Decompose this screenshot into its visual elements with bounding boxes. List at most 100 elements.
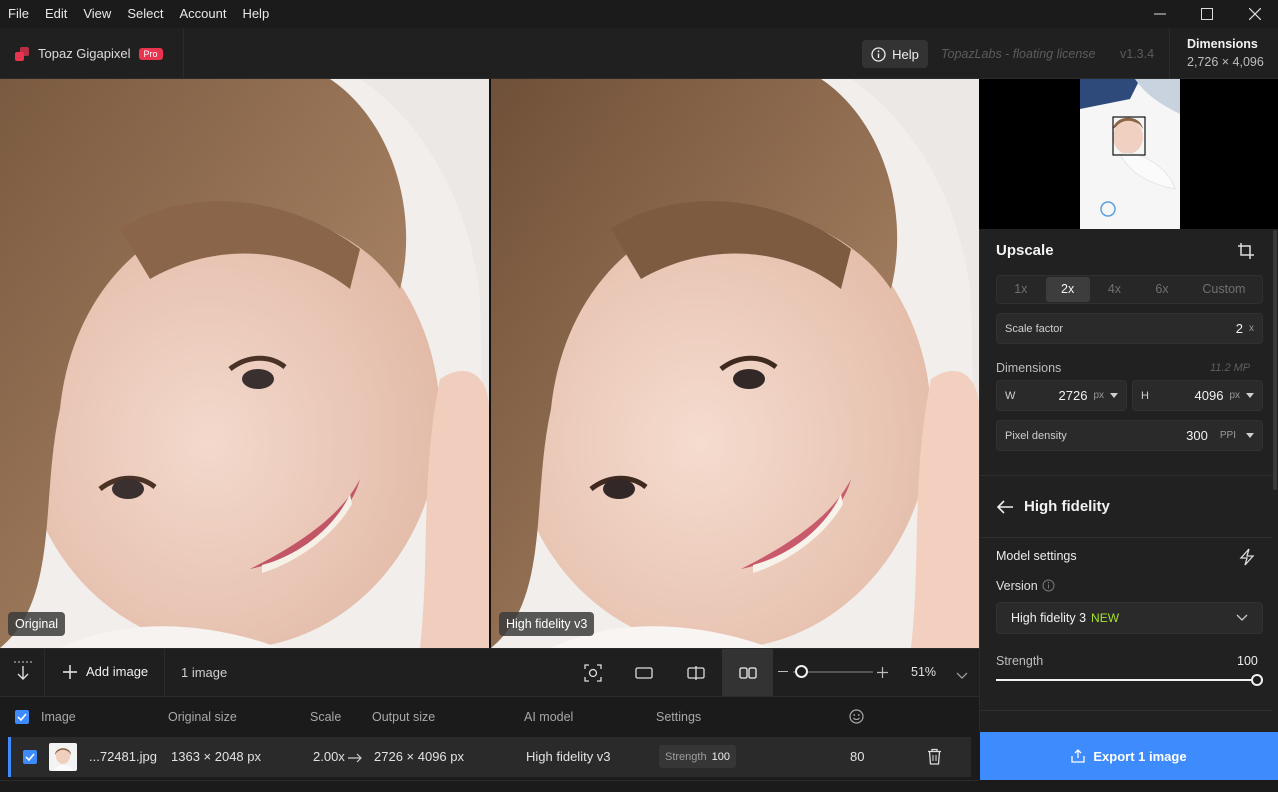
dimensions-label: Dimensions bbox=[996, 361, 1062, 375]
lightning-icon bbox=[1239, 548, 1255, 566]
side-by-side-button[interactable] bbox=[722, 649, 773, 696]
scale-option-6x[interactable]: 6x bbox=[1138, 276, 1186, 303]
arrow-left-icon bbox=[996, 500, 1013, 514]
row-thumbnail bbox=[49, 743, 77, 771]
model-title: High fidelity bbox=[1024, 498, 1110, 515]
table-header bbox=[0, 696, 979, 736]
row-settings-label: Strength bbox=[665, 750, 707, 763]
menu-edit[interactable]: Edit bbox=[37, 0, 75, 28]
thumbnail-image bbox=[49, 743, 77, 771]
menu-select[interactable]: Select bbox=[119, 0, 171, 28]
single-view-button[interactable] bbox=[619, 649, 669, 696]
scale-factor-label: Scale factor bbox=[1005, 322, 1064, 335]
info-icon bbox=[871, 46, 886, 62]
dimensions-value: 2,726 × 4,096 bbox=[1187, 55, 1264, 69]
scale-factor-field[interactable]: Scale factor 2 x bbox=[996, 313, 1263, 344]
navigator-thumbnail[interactable] bbox=[1080, 79, 1180, 229]
scale-factor-unit: x bbox=[1249, 323, 1254, 334]
column-output-size[interactable]: Output size bbox=[372, 710, 435, 724]
add-image-button[interactable]: Add image bbox=[63, 664, 148, 679]
maximize-button[interactable] bbox=[1184, 0, 1230, 28]
zoom-menu-button[interactable] bbox=[956, 668, 968, 679]
split-view-icon bbox=[687, 665, 705, 680]
zoom-in-button[interactable] bbox=[877, 666, 888, 678]
row-ai-model: High fidelity v3 bbox=[526, 749, 611, 764]
menu-help[interactable]: Help bbox=[234, 0, 277, 28]
strength-slider[interactable] bbox=[996, 674, 1263, 686]
version-label: Version bbox=[996, 579, 1038, 593]
zoom-out-icon[interactable] bbox=[778, 671, 788, 672]
menu-view[interactable]: View bbox=[75, 0, 119, 28]
pixel-density-value: 300 bbox=[1186, 428, 1208, 443]
version-text: v1.3.4 bbox=[1120, 47, 1155, 61]
status-strip bbox=[0, 780, 979, 792]
select-all-checkbox[interactable] bbox=[15, 710, 29, 724]
close-icon bbox=[1249, 8, 1261, 20]
dimensions-title: Dimensions bbox=[1187, 37, 1258, 51]
row-settings-value: 100 bbox=[711, 750, 730, 763]
zoom-slider-thumb[interactable] bbox=[795, 665, 808, 678]
pixel-density-field[interactable]: Pixel density 300 PPI bbox=[996, 420, 1263, 451]
width-field[interactable]: W 2726 px bbox=[996, 380, 1127, 411]
scale-option-1x[interactable]: 1x bbox=[997, 276, 1045, 303]
menu-account[interactable]: Account bbox=[171, 0, 234, 28]
divider bbox=[980, 710, 1273, 711]
chevron-down-icon bbox=[1246, 433, 1254, 438]
width-value: 2726 bbox=[1058, 388, 1088, 403]
column-scale[interactable]: Scale bbox=[310, 710, 341, 724]
strength-slider-thumb[interactable] bbox=[1251, 674, 1263, 686]
row-output-size: 2726 × 4096 px bbox=[374, 749, 464, 764]
crop-icon bbox=[1238, 243, 1254, 259]
scale-option-2x[interactable]: 2x bbox=[1045, 277, 1090, 302]
export-button[interactable]: Export 1 image bbox=[980, 732, 1278, 780]
minimize-button[interactable] bbox=[1137, 0, 1183, 28]
original-viewer[interactable]: Original bbox=[0, 79, 489, 648]
column-ai-model[interactable]: AI model bbox=[524, 710, 573, 724]
strength-label: Strength bbox=[996, 654, 1044, 668]
column-settings[interactable]: Settings bbox=[656, 710, 701, 724]
zoom-level[interactable]: 51% bbox=[911, 665, 936, 679]
column-image[interactable]: Image bbox=[41, 710, 76, 724]
help-button[interactable]: Help bbox=[862, 40, 928, 68]
delete-row-button[interactable] bbox=[927, 748, 942, 765]
upscaled-photo bbox=[491, 79, 979, 648]
column-original-size[interactable]: Original size bbox=[168, 710, 237, 724]
divider bbox=[164, 648, 165, 696]
crop-button[interactable] bbox=[1237, 242, 1255, 260]
height-label: H bbox=[1141, 389, 1149, 402]
version-select[interactable]: High fidelity 3 NEW bbox=[996, 602, 1263, 634]
app-name: Topaz Gigapixel bbox=[38, 46, 131, 61]
scale-option-custom[interactable]: Custom bbox=[1186, 276, 1262, 303]
split-view-button[interactable] bbox=[671, 649, 721, 696]
info-icon bbox=[1042, 579, 1055, 592]
divider bbox=[980, 537, 1273, 538]
zoom-slider[interactable] bbox=[793, 665, 873, 678]
collapse-list-button[interactable] bbox=[13, 660, 33, 682]
column-quality[interactable] bbox=[849, 709, 864, 724]
scale-factor-value: 2 bbox=[1235, 321, 1243, 336]
height-field[interactable]: H 4096 px bbox=[1132, 380, 1263, 411]
width-label: W bbox=[1005, 389, 1016, 402]
close-window-button[interactable] bbox=[1232, 0, 1278, 28]
row-scale: 2.00x bbox=[313, 749, 345, 764]
back-button[interactable] bbox=[996, 498, 1014, 516]
checkmark-icon bbox=[25, 753, 35, 761]
strength-value: 100 bbox=[1237, 654, 1258, 668]
auto-settings-button[interactable] bbox=[1239, 548, 1255, 566]
trash-icon bbox=[928, 748, 941, 765]
megapixels: 11.2 MP bbox=[1210, 362, 1251, 374]
preview-viewer[interactable]: High fidelity v3 bbox=[491, 79, 979, 648]
license-text: TopazLabs - floating license bbox=[941, 47, 1096, 61]
scale-option-4x[interactable]: 4x bbox=[1091, 276, 1139, 303]
chevron-down-icon bbox=[1236, 614, 1248, 621]
model-settings-label: Model settings bbox=[996, 549, 1077, 563]
preview-label: High fidelity v3 bbox=[499, 612, 595, 636]
chevron-down-icon bbox=[956, 672, 968, 679]
menu-file[interactable]: File bbox=[0, 0, 37, 28]
version-info-icon[interactable] bbox=[1042, 579, 1055, 592]
row-checkbox[interactable] bbox=[23, 750, 37, 764]
plus-icon bbox=[877, 667, 888, 678]
row-settings-chip[interactable]: Strength 100 bbox=[659, 745, 736, 768]
face-detect-button[interactable] bbox=[568, 649, 618, 696]
panel-scrollbar[interactable] bbox=[1273, 230, 1277, 490]
